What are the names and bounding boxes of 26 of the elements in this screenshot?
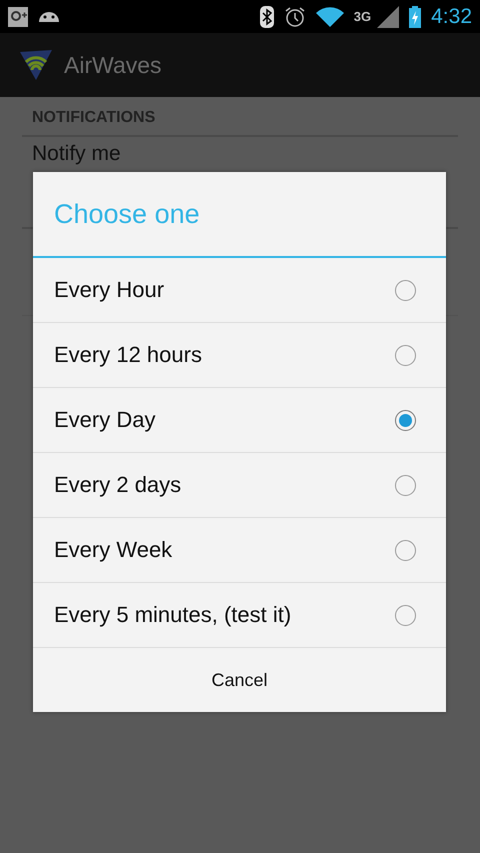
google-plus-icon — [8, 6, 28, 26]
dialog-title: Choose one — [33, 172, 446, 258]
network-type-label: 3G — [354, 9, 372, 24]
app-logo-icon — [18, 48, 54, 82]
option-label[interactable]: Every Hour — [54, 277, 395, 303]
option-label[interactable]: Every 2 days — [54, 472, 395, 498]
clock-time: 4:32 — [431, 4, 472, 28]
app-title: AirWaves — [64, 52, 162, 78]
battery-charging-icon — [409, 6, 422, 28]
radio-button[interactable] — [395, 344, 416, 366]
option-label[interactable]: Every Day — [54, 407, 395, 433]
bluetooth-icon — [260, 6, 274, 28]
radio-button[interactable] — [395, 410, 416, 430]
option-label[interactable]: Every 12 hours — [54, 342, 395, 368]
cancel-button[interactable]: Cancel — [33, 648, 446, 712]
signal-icon — [377, 6, 400, 28]
option-label[interactable]: Every 5 minutes, (test it) — [54, 602, 395, 628]
radio-button[interactable] — [395, 540, 416, 560]
radio-button[interactable] — [395, 474, 416, 496]
radio-button[interactable] — [395, 280, 416, 300]
option-label[interactable]: Every Week — [54, 537, 395, 563]
radio-button[interactable] — [395, 604, 416, 626]
section-header: NOTIFICATIONS — [22, 97, 458, 137]
alarm-clock-icon — [284, 6, 306, 28]
android-icon — [38, 11, 60, 22]
wifi-icon — [316, 6, 344, 26]
